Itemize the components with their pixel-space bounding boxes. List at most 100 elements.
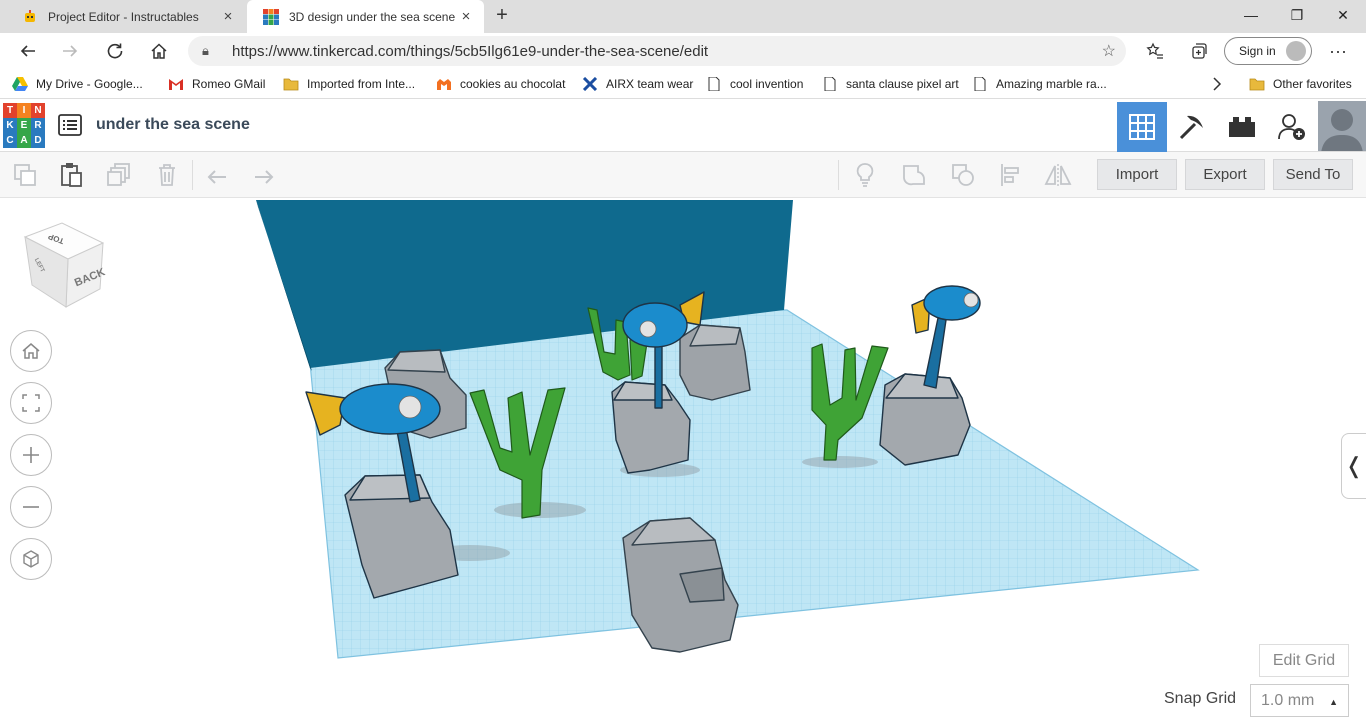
snap-grid-label: Snap Grid (1164, 690, 1237, 707)
maximize-button[interactable]: ❐ (1274, 0, 1320, 30)
undo-button[interactable] (202, 160, 232, 190)
project-title[interactable]: under the sea scene (96, 116, 250, 134)
new-tab-button[interactable]: + (490, 4, 514, 28)
refresh-button[interactable] (101, 37, 129, 65)
3d-design-view-button[interactable] (1117, 102, 1167, 152)
tab-close-icon[interactable]: × (220, 8, 236, 25)
mirror-icon (1044, 164, 1072, 186)
align-button[interactable] (996, 160, 1026, 190)
favorite-star-icon[interactable]: ☆ (1102, 41, 1116, 61)
collapse-panel-chevron-icon[interactable]: ❬ (1341, 433, 1366, 499)
bookmark-item[interactable]: Imported from Inte... (283, 74, 415, 94)
user-silhouette-icon (1321, 109, 1363, 151)
marmiton-icon (437, 79, 451, 90)
sign-in-label: Sign in (1239, 44, 1276, 58)
user-avatar[interactable] (1318, 101, 1366, 151)
mirror-button[interactable] (1043, 160, 1073, 190)
paste-icon (61, 163, 82, 187)
lock-icon: 🔒︎ (202, 43, 209, 58)
dropdown-caret-icon: ▲ (1329, 697, 1338, 707)
zoom-out-button[interactable] (10, 486, 52, 528)
more-menu-button[interactable]: ··· (1324, 37, 1352, 65)
tab-strip: Project Editor - Instructables × 3D desi… (0, 0, 1366, 33)
toolbar-divider (192, 160, 193, 190)
bookmark-item[interactable]: Amazing marble ra... (972, 74, 1107, 94)
send-to-button[interactable]: Send To (1273, 159, 1353, 190)
home-icon (151, 43, 167, 59)
close-window-button[interactable]: ✕ (1320, 0, 1366, 30)
redo-icon (255, 170, 274, 184)
tab-close-icon[interactable]: × (458, 8, 474, 25)
paste-button[interactable] (56, 160, 86, 190)
zoom-in-button[interactable] (10, 434, 52, 476)
profile-avatar-icon (1286, 41, 1306, 61)
export-button[interactable]: Export (1185, 159, 1265, 190)
forward-arrow-icon (63, 45, 78, 57)
workplane-scene[interactable] (0, 199, 1366, 728)
bookmark-item[interactable]: AIRX team wear (582, 74, 693, 94)
workplane-viewport[interactable]: TOP BACK LEFT ❬ Edit Grid Snap Grid 1.0 … (0, 199, 1366, 728)
add-user-icon (1278, 114, 1305, 140)
design-list-icon[interactable] (58, 114, 82, 136)
tab-title: Project Editor - Instructables (48, 9, 199, 24)
pickaxe-icon (1179, 115, 1203, 140)
tinkercad-logo[interactable]: T I N K E R C A D (3, 103, 45, 149)
fit-view-button[interactable] (10, 382, 52, 424)
folder-icon (283, 78, 299, 91)
gmail-icon (169, 79, 183, 90)
sign-in-button[interactable]: Sign in (1224, 37, 1312, 65)
edit-grid-button[interactable]: Edit Grid (1259, 644, 1349, 677)
ungroup-button[interactable] (948, 160, 978, 190)
forward-button[interactable] (56, 37, 84, 65)
logo-letter: I (17, 103, 31, 118)
invite-user-button[interactable] (1267, 102, 1317, 152)
logo-letter: R (31, 118, 45, 133)
instructables-robot-icon (25, 9, 35, 22)
bookmark-item[interactable]: cookies au chocolat (436, 74, 565, 94)
bookmark-item[interactable]: cool invention (706, 74, 803, 94)
tab-project-editor[interactable]: Project Editor - Instructables × (6, 0, 246, 33)
ungroup-shapes-icon (952, 164, 974, 186)
logo-letter: N (31, 103, 45, 118)
duplicate-icon (107, 163, 130, 186)
bookmark-item-other-favorites[interactable]: Other favorites (1249, 74, 1352, 94)
logo-letter: D (31, 133, 45, 148)
page-icon (974, 77, 986, 91)
snap-grid-select[interactable]: 1.0 mm ▲ (1250, 684, 1349, 717)
fish-on-rock-shape[interactable] (879, 285, 981, 466)
delete-button[interactable] (152, 160, 182, 190)
collections-button[interactable] (1185, 37, 1213, 65)
url-text: https://www.tinkercad.com/things/5cb5Ilg… (232, 42, 709, 60)
group-button[interactable] (899, 160, 929, 190)
address-bar[interactable]: 🔒︎ https://www.tinkercad.com/things/5cb5… (188, 36, 1126, 66)
favorites-button[interactable] (1141, 37, 1169, 65)
editor-toolbar: Import Export Send To (0, 152, 1366, 198)
bookmarks-overflow-chevron-icon[interactable] (1212, 74, 1222, 94)
app-header: T I N K E R C A D under the sea scene (0, 100, 1366, 152)
copy-button[interactable] (10, 160, 40, 190)
view-cube[interactable]: TOP BACK LEFT (22, 221, 106, 313)
show-notes-button[interactable] (850, 160, 880, 190)
bookmark-item[interactable]: Romeo GMail (168, 74, 265, 94)
rock-shape[interactable] (679, 324, 751, 401)
bookmark-item[interactable]: santa clause pixel art (822, 74, 959, 94)
back-arrow-icon (20, 45, 35, 57)
toolbar-divider (838, 160, 839, 190)
tab-3d-design[interactable]: 3D design under the sea scene | × (247, 0, 484, 33)
copy-icon (14, 164, 36, 186)
back-button[interactable] (14, 37, 42, 65)
bricks-view-button[interactable] (1217, 102, 1267, 152)
favorites-list-icon (1146, 42, 1163, 59)
align-icon (1001, 164, 1019, 186)
bookmark-item[interactable]: My Drive - Google... (12, 74, 143, 94)
ortho-view-button[interactable] (10, 538, 52, 580)
duplicate-button[interactable] (104, 160, 134, 190)
import-button[interactable]: Import (1097, 159, 1177, 190)
home-button[interactable] (145, 37, 173, 65)
home-view-button[interactable] (10, 330, 52, 372)
codeblocks-view-button[interactable] (1167, 102, 1217, 152)
perspective-cube-icon (23, 550, 39, 568)
redo-button[interactable] (249, 160, 279, 190)
minimize-button[interactable]: — (1228, 0, 1274, 30)
logo-letter: E (17, 118, 31, 133)
